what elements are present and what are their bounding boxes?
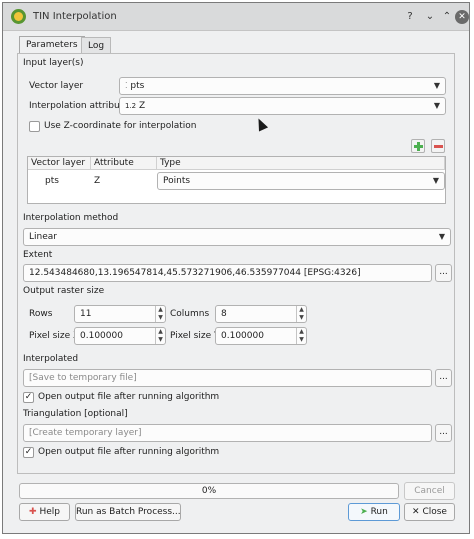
spin-arrows-icon[interactable]: ▲ ▼	[296, 306, 306, 322]
triangulation-label: Triangulation [optional]	[23, 409, 128, 419]
triangulation-output-input[interactable]: [Create temporary layer]	[23, 424, 432, 442]
maximize-icon[interactable]: ⌃	[440, 10, 454, 24]
numeric-field-icon: 1.2	[125, 102, 137, 110]
close-icon: ✕	[412, 507, 420, 517]
help-button[interactable]: ✚ Help	[19, 503, 70, 521]
chevron-down-icon: ▼	[433, 101, 440, 110]
window-title: TIN Interpolation	[33, 11, 117, 22]
tab-parameters[interactable]: Parameters	[19, 36, 85, 54]
input-layers-label: Input layer(s)	[23, 58, 84, 68]
interpolation-attribute-label: Interpolation attribute	[29, 101, 129, 111]
output-raster-size-label: Output raster size	[23, 286, 105, 296]
interpolated-output-input[interactable]: [Save to temporary file]	[23, 369, 432, 387]
remove-layer-button[interactable]	[431, 139, 445, 153]
input-layers-table: Vector layer Attribute Type pts Z Points…	[27, 156, 446, 204]
use-z-label: Use Z-coordinate for interpolation	[44, 121, 197, 131]
extent-input[interactable]: 12.543484680,13.196547814,45.573271906,4…	[23, 264, 432, 282]
table-row-type-combo[interactable]: Points ▼	[157, 172, 445, 190]
close-button-label: Close	[422, 507, 447, 517]
columns-label: Columns	[170, 309, 210, 319]
progress-bar: 0%	[19, 483, 399, 499]
title-bar[interactable]: TIN Interpolation ? ⌄ ⌃ ✕	[3, 3, 469, 31]
column-header-attribute: Attribute	[91, 157, 157, 170]
run-as-batch-button[interactable]: Run as Batch Process...	[75, 503, 181, 521]
interpolation-attribute-value: Z	[139, 101, 146, 111]
columns-value: 8	[221, 309, 227, 319]
pixel-size-x-value: 0.100000	[80, 331, 123, 341]
help-icon: ✚	[29, 507, 37, 517]
run-icon: ➤	[360, 507, 368, 517]
vector-layer-value: pts	[130, 81, 145, 91]
interpolated-open-after-label: Open output file after running algorithm	[38, 392, 220, 402]
pixel-size-y-value: 0.100000	[221, 331, 264, 341]
interpolation-method-combo[interactable]: Linear ▼	[23, 228, 451, 246]
help-context-icon[interactable]: ?	[403, 10, 417, 24]
extent-browse-button[interactable]: ...	[435, 264, 452, 282]
spin-arrows-icon[interactable]: ▲ ▼	[296, 328, 306, 344]
remove-icon	[434, 145, 443, 148]
chevron-down-icon: ▼	[433, 81, 440, 90]
table-row-attribute[interactable]: Z	[94, 176, 100, 186]
triangulation-open-after-checkbox[interactable]: ✓	[23, 447, 34, 458]
add-layer-button[interactable]	[411, 139, 425, 153]
pixel-size-x-label: Pixel size X	[29, 331, 80, 341]
add-icon	[414, 142, 423, 151]
interpolated-browse-button[interactable]: ...	[435, 369, 452, 387]
column-header-vector-layer: Vector layer	[28, 157, 91, 170]
pixel-size-y-label: Pixel size Y	[170, 331, 220, 341]
vector-layer-label: Vector layer	[29, 81, 84, 91]
progress-text: 0%	[201, 486, 217, 496]
interpolated-label: Interpolated	[23, 354, 79, 364]
cancel-button[interactable]: Cancel	[404, 482, 455, 500]
chevron-down-icon: ▼	[432, 176, 439, 185]
triangulation-browse-button[interactable]: ...	[435, 424, 452, 442]
pixel-size-x-spinbox[interactable]: 0.100000 ▲ ▼	[74, 327, 166, 345]
spin-arrows-icon[interactable]: ▲ ▼	[155, 328, 165, 344]
run-button[interactable]: ➤ Run	[348, 503, 400, 521]
close-button[interactable]: ✕ Close	[404, 503, 455, 521]
close-window-icon[interactable]: ✕	[455, 10, 469, 24]
run-button-label: Run	[370, 507, 388, 517]
rows-label: Rows	[29, 309, 53, 319]
interpolation-attribute-combo[interactable]: 1.2 Z ▼	[119, 97, 446, 115]
pixel-size-y-spinbox[interactable]: 0.100000 ▲ ▼	[215, 327, 307, 345]
tab-log[interactable]: Log	[81, 37, 112, 54]
interpolated-open-after-checkbox[interactable]: ✓	[23, 392, 34, 403]
extent-label: Extent	[23, 250, 53, 260]
interpolation-method-value: Linear	[29, 232, 57, 242]
use-z-checkbox[interactable]	[29, 121, 40, 132]
minimize-icon[interactable]: ⌄	[423, 10, 437, 24]
table-row-type-value: Points	[163, 176, 191, 186]
spin-arrows-icon[interactable]: ▲ ▼	[155, 306, 165, 322]
help-button-label: Help	[39, 507, 60, 517]
rows-spinbox[interactable]: 11 ▲ ▼	[74, 305, 166, 323]
interpolation-method-label: Interpolation method	[23, 213, 119, 223]
point-layer-icon: ⁚	[125, 81, 128, 90]
triangulation-open-after-label: Open output file after running algorithm	[38, 447, 220, 457]
column-header-type: Type	[157, 157, 445, 170]
vector-layer-combo[interactable]: ⁚ pts ▼	[119, 77, 446, 95]
columns-spinbox[interactable]: 8 ▲ ▼	[215, 305, 307, 323]
table-row-layer[interactable]: pts	[45, 176, 59, 186]
qgis-logo-icon	[11, 9, 26, 24]
chevron-down-icon: ▼	[438, 232, 445, 241]
rows-value: 11	[80, 309, 92, 319]
